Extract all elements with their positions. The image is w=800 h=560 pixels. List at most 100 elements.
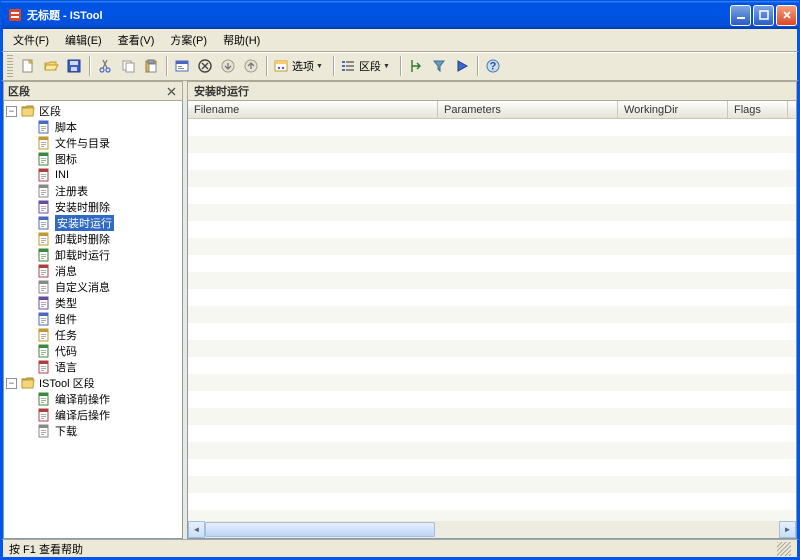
list-row[interactable]	[188, 374, 796, 391]
column-header[interactable]: Filename	[188, 101, 438, 118]
new-button[interactable]	[17, 55, 39, 77]
item-icon	[36, 343, 52, 359]
tree-item[interactable]: 代码	[4, 343, 182, 359]
list-row[interactable]	[188, 323, 796, 340]
run-button[interactable]	[451, 55, 473, 77]
save-button[interactable]	[63, 55, 85, 77]
tree-item[interactable]: 下载	[4, 423, 182, 439]
tree-item[interactable]: 文件与目录	[4, 135, 182, 151]
tree-item[interactable]: 脚本	[4, 119, 182, 135]
separator	[166, 56, 167, 76]
list-row[interactable]	[188, 272, 796, 289]
list-row[interactable]	[188, 136, 796, 153]
horizontal-scrollbar[interactable]: ◄ ►	[188, 521, 796, 538]
tree-item[interactable]: 类型	[4, 295, 182, 311]
scroll-right-button[interactable]: ►	[779, 521, 796, 538]
minimize-button[interactable]	[730, 5, 751, 26]
item-icon	[36, 199, 52, 215]
list-row[interactable]	[188, 459, 796, 476]
properties-button[interactable]	[171, 55, 193, 77]
maximize-button[interactable]	[753, 5, 774, 26]
list-row[interactable]	[188, 221, 796, 238]
panel-close-button[interactable]	[164, 84, 178, 98]
list-row[interactable]	[188, 187, 796, 204]
resize-grip[interactable]	[777, 542, 791, 556]
list-row[interactable]	[188, 442, 796, 459]
menu-help[interactable]: 帮助(H)	[215, 30, 268, 50]
copy-button[interactable]	[117, 55, 139, 77]
scroll-thumb[interactable]	[205, 522, 435, 537]
tree-item[interactable]: 卸载时运行	[4, 247, 182, 263]
help-button[interactable]: ?	[482, 55, 504, 77]
scroll-track[interactable]	[205, 521, 779, 538]
list-row[interactable]	[188, 425, 796, 442]
tree-item[interactable]: 编译前操作	[4, 391, 182, 407]
cut-button[interactable]	[94, 55, 116, 77]
tree-item[interactable]: 语言	[4, 359, 182, 375]
list-row[interactable]	[188, 476, 796, 493]
scroll-left-button[interactable]: ◄	[188, 521, 205, 538]
dropdown-arrow-icon: ▼	[383, 63, 390, 70]
tree-item[interactable]: 自定义消息	[4, 279, 182, 295]
list-row[interactable]	[188, 289, 796, 306]
item-icon	[36, 311, 52, 327]
paste-button[interactable]	[140, 55, 162, 77]
collapse-icon[interactable]: −	[6, 106, 17, 117]
list-row[interactable]	[188, 391, 796, 408]
tree-item[interactable]: 注册表	[4, 183, 182, 199]
list-row[interactable]	[188, 340, 796, 357]
delete-button[interactable]	[194, 55, 216, 77]
tree-item[interactable]: 任务	[4, 327, 182, 343]
menu-view[interactable]: 查看(V)	[110, 30, 163, 50]
list-row[interactable]	[188, 204, 796, 221]
tree-label: 注册表	[55, 183, 88, 199]
list-row[interactable]	[188, 510, 796, 521]
tree-item[interactable]: 图标	[4, 151, 182, 167]
tree-label: 区段	[39, 103, 61, 119]
list-row[interactable]	[188, 119, 796, 136]
tree-item[interactable]: 组件	[4, 311, 182, 327]
tree-item[interactable]: 卸载时删除	[4, 231, 182, 247]
tree-folder[interactable]: −ISTool 区段	[4, 375, 182, 391]
tree-folder[interactable]: − 区段	[4, 103, 182, 119]
tree-label: 安装时删除	[55, 199, 110, 215]
tree-item[interactable]: 编译后操作	[4, 407, 182, 423]
tree-label: 编译后操作	[55, 407, 110, 423]
list-body[interactable]	[188, 119, 796, 521]
close-button[interactable]	[776, 5, 797, 26]
move-down-button[interactable]	[217, 55, 239, 77]
compile-button[interactable]	[405, 55, 427, 77]
item-icon	[36, 231, 52, 247]
column-header[interactable]: Flags	[728, 101, 788, 118]
tree-item[interactable]: 消息	[4, 263, 182, 279]
column-header[interactable]: WorkingDir	[618, 101, 728, 118]
sections-tree[interactable]: − 区段脚本文件与目录图标INI注册表安装时删除安装时运行卸载时删除卸载时运行消息…	[3, 101, 183, 539]
toolbar-grip[interactable]	[7, 55, 13, 77]
tree-item[interactable]: INI	[4, 167, 182, 183]
folder-icon	[20, 103, 36, 119]
menu-scheme[interactable]: 方案(P)	[162, 30, 215, 50]
open-button[interactable]	[40, 55, 62, 77]
menu-edit[interactable]: 编辑(E)	[57, 30, 110, 50]
move-up-button[interactable]	[240, 55, 262, 77]
sections-panel-header: 区段	[3, 81, 183, 101]
list-row[interactable]	[188, 153, 796, 170]
column-header[interactable]: Parameters	[438, 101, 618, 118]
list-row[interactable]	[188, 238, 796, 255]
filter-button[interactable]	[428, 55, 450, 77]
collapse-icon[interactable]: −	[6, 378, 17, 389]
list-row[interactable]	[188, 255, 796, 272]
list-row[interactable]	[188, 306, 796, 323]
tree-label: 图标	[55, 151, 77, 167]
tree-item[interactable]: 安装时删除	[4, 199, 182, 215]
list-row[interactable]	[188, 357, 796, 374]
tree-item[interactable]: 安装时运行	[4, 215, 182, 231]
list-row[interactable]	[188, 493, 796, 510]
content-panel: 安装时运行 FilenameParametersWorkingDirFlags …	[187, 81, 797, 539]
sections-dropdown[interactable]: 区段 ▼	[338, 55, 396, 77]
menu-file[interactable]: 文件(F)	[5, 30, 57, 50]
list-row[interactable]	[188, 408, 796, 425]
list-row[interactable]	[188, 170, 796, 187]
list-view[interactable]: FilenameParametersWorkingDirFlags ◄ ►	[187, 101, 797, 539]
options-dropdown[interactable]: 选项 ▼	[271, 55, 329, 77]
